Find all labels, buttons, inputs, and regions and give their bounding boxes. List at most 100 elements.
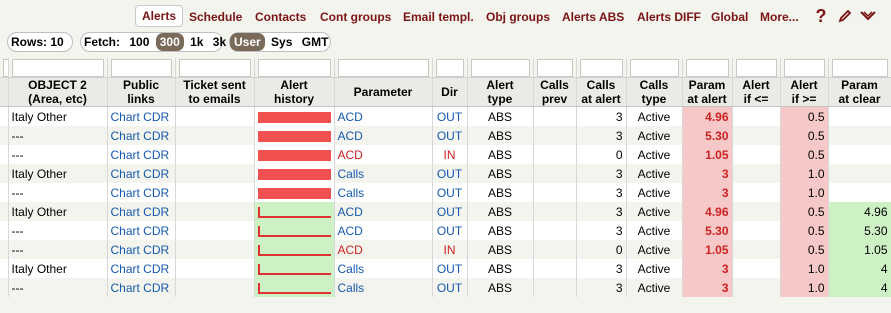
row-select-cell[interactable] (0, 278, 9, 297)
table-row[interactable]: Italy Other Chart CDR ACD OUT ABS 3 Active 4.96… (0, 202, 891, 221)
direction-cell: OUT (432, 126, 468, 145)
column-header-alert-if-ge[interactable]: Alert if >= (780, 77, 829, 107)
top-navigation: Alerts Schedule Contacts Cont groups Ema… (0, 0, 891, 32)
row-select-cell[interactable] (0, 221, 9, 240)
fetch-option-3k[interactable]: 3k (210, 33, 229, 51)
filter-input-alert-type[interactable] (470, 58, 530, 77)
parameter-link[interactable]: ACD (334, 221, 433, 240)
chart-cdr-link[interactable]: Chart CDR (107, 126, 176, 145)
filter-input-ticket[interactable] (178, 58, 251, 77)
filter-input-dir[interactable] (435, 58, 464, 77)
filter-cell (0, 58, 9, 78)
row-select-cell[interactable] (0, 106, 9, 126)
filter-input-history[interactable] (257, 58, 331, 77)
filter-input-calls-prev[interactable] (536, 58, 573, 77)
time-option-user[interactable]: User (230, 33, 265, 51)
calls-prev-cell (533, 106, 577, 126)
parameter-link[interactable]: Calls (334, 164, 433, 183)
direction-cell: OUT (432, 164, 468, 183)
table-row[interactable]: --- Chart CDR ACD IN ABS 0 Active 1.05 0.5 (0, 145, 891, 164)
chart-cdr-link[interactable]: Chart CDR (107, 278, 176, 297)
help-icon[interactable]: ? (812, 6, 830, 26)
column-header-object2[interactable]: OBJECT 2 (Area, etc) (8, 77, 108, 107)
column-header-calls-prev[interactable]: Calls prev (533, 77, 577, 107)
parameter-link[interactable]: ACD (334, 145, 433, 164)
nav-alerts-abs[interactable]: Alerts ABS (562, 7, 624, 27)
row-select-cell[interactable] (0, 145, 9, 164)
filter-input-param-at-alert[interactable] (685, 58, 729, 77)
column-header-ticket[interactable]: Ticket sent to emails (175, 77, 255, 107)
filter-input-param-at-clear[interactable] (831, 58, 888, 77)
time-option-sys[interactable]: Sys (268, 33, 295, 51)
chart-cdr-link[interactable]: Chart CDR (107, 259, 176, 278)
column-header-alert-if-le[interactable]: Alert if <= (732, 77, 781, 107)
filter-input-calls-type[interactable] (629, 58, 679, 77)
table-row[interactable]: --- Chart CDR ACD OUT ABS 3 Active 5.30 0.5 5.30 (0, 221, 891, 240)
nav-cont-groups[interactable]: Cont groups (320, 7, 391, 27)
table-row[interactable]: --- Chart CDR ACD OUT ABS 3 Active 5.30 0.5 (0, 126, 891, 145)
column-header-param-at-alert[interactable]: Param at alert (682, 77, 733, 107)
filter-input-0[interactable] (3, 58, 7, 77)
row-select-cell[interactable] (0, 126, 9, 145)
table-row[interactable]: --- Chart CDR ACD IN ABS 0 Active 1.05 0.5 1.05 (0, 240, 891, 259)
chart-cdr-link[interactable]: Chart CDR (107, 145, 176, 164)
row-select-cell[interactable] (0, 183, 9, 202)
parameter-link[interactable]: ACD (334, 202, 433, 221)
filter-input-parameter[interactable] (337, 58, 429, 77)
filter-input-alert-if-le[interactable] (735, 58, 777, 77)
table-row[interactable]: Italy Other Chart CDR Calls OUT ABS 3 Active 3 1… (0, 259, 891, 278)
nav-alerts-diff[interactable]: Alerts DIFF (637, 7, 701, 27)
fetch-option-100[interactable]: 100 (126, 33, 152, 51)
table-row[interactable]: --- Chart CDR Calls OUT ABS 3 Active 3 1.0 4 (0, 278, 891, 297)
filter-input-alert-if-ge[interactable] (783, 58, 825, 77)
chart-cdr-link[interactable]: Chart CDR (107, 106, 176, 126)
parameter-link[interactable]: ACD (334, 240, 433, 259)
nav-more[interactable]: More... (760, 7, 799, 27)
chart-cdr-link[interactable]: Chart CDR (107, 183, 176, 202)
table-row[interactable]: Italy Other Chart CDR Calls OUT ABS 3 Active 3 1… (0, 164, 891, 183)
row-select-cell[interactable] (0, 164, 9, 183)
rows-count-label: Rows: 10 (11, 35, 64, 49)
column-header-links[interactable]: Public links (107, 77, 176, 107)
column-header-param-at-clear[interactable]: Param at clear (828, 77, 891, 107)
parameter-link[interactable]: Calls (334, 259, 433, 278)
chart-cdr-link[interactable]: Chart CDR (107, 240, 176, 259)
table-row[interactable]: Italy Other Chart CDR ACD OUT ABS 3 Active 4.96… (0, 106, 891, 126)
parameter-link[interactable]: Calls (334, 183, 433, 202)
fetch-label: Fetch: (84, 35, 120, 49)
row-select-cell[interactable] (0, 259, 9, 278)
column-header-parameter[interactable]: Parameter (334, 77, 433, 107)
parameter-link[interactable]: ACD (334, 106, 433, 126)
parameter-link[interactable]: Calls (334, 278, 433, 297)
fetch-option-300[interactable]: 300 (155, 33, 184, 51)
table-row[interactable]: --- Chart CDR Calls OUT ABS 3 Active 3 1.0 (0, 183, 891, 202)
nav-global[interactable]: Global (711, 7, 748, 27)
nav-email-templ[interactable]: Email templ. (403, 7, 474, 27)
nav-obj-groups[interactable]: Obj groups (486, 7, 550, 27)
column-header-calls-at-alert[interactable]: Calls at alert (576, 77, 627, 107)
calls-prev-cell (533, 126, 577, 145)
collapse-icon[interactable] (859, 6, 877, 26)
column-header-alert-type[interactable]: Alert type (467, 77, 534, 107)
filter-input-object2[interactable] (11, 58, 104, 77)
column-header-dir[interactable]: Dir (432, 77, 468, 107)
filter-cell (626, 58, 683, 78)
nav-schedule[interactable]: Schedule (189, 7, 242, 27)
parameter-link[interactable]: ACD (334, 126, 433, 145)
chart-cdr-link[interactable]: Chart CDR (107, 221, 176, 240)
column-header-history[interactable]: Alert history (254, 77, 335, 107)
nav-contacts[interactable]: Contacts (255, 7, 306, 27)
nav-alerts[interactable]: Alerts (135, 5, 184, 27)
chart-cdr-link[interactable]: Chart CDR (107, 202, 176, 221)
param-at-clear-cell (828, 126, 891, 145)
time-option-gmt[interactable]: GMT (299, 33, 332, 51)
filter-input-links[interactable] (110, 58, 172, 77)
row-select-cell[interactable] (0, 202, 9, 221)
row-select-cell[interactable] (0, 240, 9, 259)
chart-cdr-link[interactable]: Chart CDR (107, 164, 176, 183)
alert-history-cell (254, 221, 335, 240)
edit-icon[interactable] (836, 6, 854, 26)
fetch-option-1k[interactable]: 1k (187, 33, 206, 51)
filter-input-calls-at-alert[interactable] (579, 58, 623, 77)
column-header-calls-type[interactable]: Calls type (626, 77, 683, 107)
